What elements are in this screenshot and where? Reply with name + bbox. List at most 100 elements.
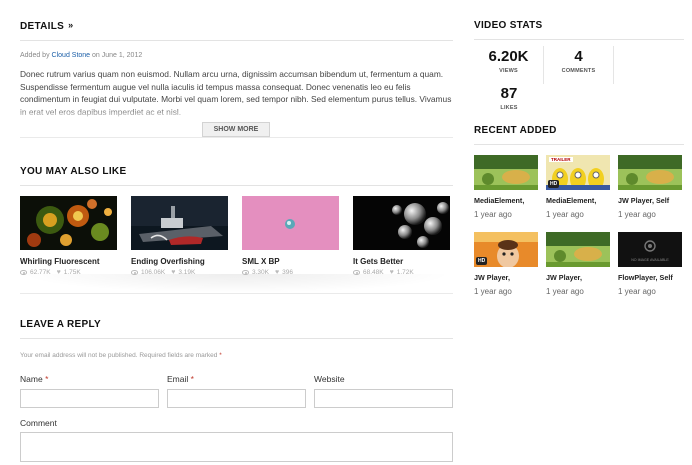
recent-video-time: 1 year ago xyxy=(474,287,512,296)
related-video-title[interactable]: It Gets Better xyxy=(353,257,450,266)
leave-reply-title: LEAVE A REPLY xyxy=(20,319,453,339)
video-counts: 62.77K ♥ 1.75K xyxy=(20,269,117,276)
heart-icon: ♥ xyxy=(275,269,280,276)
video-counts: 3.30K ♥ 396 xyxy=(242,269,339,276)
recent-video[interactable]: NO IMAGE AVAILABLE FlowPlayer, Self 1 ye… xyxy=(618,232,682,296)
recent-video[interactable]: HD JW Player, 1 year ago xyxy=(474,232,538,296)
view-count: 62.77K xyxy=(30,269,51,276)
name-label: Name * xyxy=(20,374,49,384)
recent-video[interactable]: JW Player, 1 year ago xyxy=(546,232,610,296)
required-mark: * xyxy=(219,352,222,359)
recent-video-time: 1 year ago xyxy=(546,210,584,219)
view-count: 3.30K xyxy=(252,269,269,276)
comment-label: Comment xyxy=(20,418,57,428)
video-thumbnail[interactable] xyxy=(546,232,610,267)
eye-icon xyxy=(131,270,138,275)
sidebar: VIDEO STATS 6.20K VIEWS 4 COMMENTS 87 LI… xyxy=(474,0,684,296)
heart-icon: ♥ xyxy=(171,269,176,276)
view-count: 106.06K xyxy=(141,269,166,276)
related-video-title[interactable]: Whirling Fluorescent xyxy=(20,257,117,266)
video-thumbnail[interactable] xyxy=(131,196,228,250)
name-group: Name * xyxy=(20,374,159,408)
video-stats: 6.20K VIEWS 4 COMMENTS xyxy=(474,46,684,84)
like-count: 3.19K xyxy=(178,269,196,276)
hd-badge: HD xyxy=(548,180,560,188)
video-thumbnail[interactable] xyxy=(474,155,538,190)
video-counts: 68.48K ♥ 1.72K xyxy=(353,269,450,276)
like-count: 1.75K xyxy=(63,269,81,276)
video-thumbnail[interactable] xyxy=(242,196,339,250)
video-thumbnail[interactable] xyxy=(618,155,682,190)
email-field[interactable] xyxy=(167,389,306,408)
video-thumbnail[interactable]: HD xyxy=(474,232,538,267)
details-title: DETAILS xyxy=(20,21,65,32)
video-counts: 106.06K ♥ 3.19K xyxy=(131,269,228,276)
comment-field[interactable] xyxy=(20,432,453,462)
main-column: DETAILS» Added by Cloud Stone on June 1,… xyxy=(20,0,453,465)
email-group: Email * xyxy=(167,374,306,408)
recent-video-title[interactable]: FlowPlayer, Self xyxy=(618,273,682,282)
recent-video-title[interactable]: JW Player, Self xyxy=(618,196,682,205)
also-like-title: YOU MAY ALSO LIKE xyxy=(20,166,453,186)
views-label: VIEWS xyxy=(499,68,518,74)
comments-count: 4 xyxy=(574,48,583,65)
like-count: 1.72K xyxy=(396,269,414,276)
recent-video[interactable]: TRAILER HD MediaElement, 1 year ago xyxy=(546,155,610,219)
heart-icon: ♥ xyxy=(56,269,61,276)
recent-video-title[interactable]: MediaElement, xyxy=(474,196,538,205)
post-meta: Added by Cloud Stone on June 1, 2012 xyxy=(20,52,453,59)
recent-video-time: 1 year ago xyxy=(474,210,512,219)
recent-video[interactable]: JW Player, Self 1 year ago xyxy=(618,155,682,219)
form-note-text: Your email address will not be published… xyxy=(20,352,218,359)
website-group: Website xyxy=(314,374,453,408)
video-stats-title: VIDEO STATS xyxy=(474,20,684,40)
like-count: 396 xyxy=(282,269,294,276)
author-link[interactable]: Cloud Stone xyxy=(52,52,91,59)
comments-stat: 4 COMMENTS xyxy=(544,46,614,84)
recent-video-title[interactable]: MediaElement, xyxy=(546,196,610,205)
related-videos: Whirling Fluorescent 62.77K ♥ 1.75K Endi… xyxy=(20,196,465,276)
eye-icon xyxy=(353,270,360,275)
recent-video[interactable]: MediaElement, 1 year ago xyxy=(474,155,538,219)
website-label: Website xyxy=(314,374,345,384)
cards-divider xyxy=(20,274,453,294)
views-count: 6.20K xyxy=(488,48,529,65)
details-heading[interactable]: DETAILS» xyxy=(20,20,453,41)
recent-video-time: 1 year ago xyxy=(618,287,656,296)
comments-label: COMMENTS xyxy=(561,68,596,74)
related-video-title[interactable]: Ending Overfishing xyxy=(131,257,228,266)
related-video-card[interactable]: It Gets Better 68.48K ♥ 1.72K xyxy=(353,196,450,276)
meta-date: on June 1, 2012 xyxy=(92,52,143,59)
hd-badge: HD xyxy=(476,257,488,265)
related-video-card[interactable]: Ending Overfishing 106.06K ♥ 3.19K xyxy=(131,196,228,276)
website-field[interactable] xyxy=(314,389,453,408)
recent-video-title[interactable]: JW Player, xyxy=(546,273,610,282)
no-image-text: NO IMAGE AVAILABLE xyxy=(631,258,669,262)
video-thumbnail[interactable]: NO IMAGE AVAILABLE xyxy=(618,232,682,267)
recent-video-time: 1 year ago xyxy=(546,287,584,296)
email-label: Email * xyxy=(167,374,194,384)
video-description: Donec rutrum varius quam non euismod. Nu… xyxy=(20,68,453,122)
heart-icon: ♥ xyxy=(389,269,394,276)
name-field[interactable] xyxy=(20,389,159,408)
eye-icon xyxy=(242,270,249,275)
video-thumbnail[interactable] xyxy=(20,196,117,250)
likes-count: 87 xyxy=(500,85,518,102)
related-video-title[interactable]: SML X BP xyxy=(242,257,339,266)
video-thumbnail[interactable]: TRAILER HD xyxy=(546,155,610,190)
related-video-card[interactable]: SML X BP 3.30K ♥ 396 xyxy=(242,196,339,276)
eye-icon xyxy=(20,270,27,275)
form-note: Your email address will not be published… xyxy=(20,352,453,359)
recent-added-title: RECENT ADDED xyxy=(474,125,684,145)
trailer-badge: TRAILER xyxy=(549,157,573,162)
likes-label: LIKES xyxy=(500,105,518,111)
likes-stat: 87 LIKES xyxy=(474,85,544,112)
recent-video-title[interactable]: JW Player, xyxy=(474,273,538,282)
video-thumbnail[interactable] xyxy=(353,196,450,250)
show-more-button[interactable]: SHOW MORE xyxy=(202,122,270,137)
meta-prefix: Added by xyxy=(20,52,50,59)
reply-form-row: Name * Email * Website xyxy=(20,374,453,408)
views-stat: 6.20K VIEWS xyxy=(474,46,544,84)
chevron-down-icon[interactable]: » xyxy=(68,20,73,30)
related-video-card[interactable]: Whirling Fluorescent 62.77K ♥ 1.75K xyxy=(20,196,117,276)
